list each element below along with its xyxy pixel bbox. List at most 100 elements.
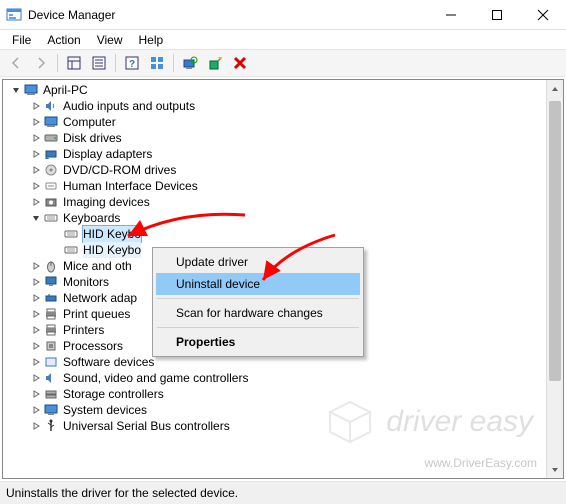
help-button[interactable]: ? xyxy=(120,52,144,74)
tree-root[interactable]: April-PC xyxy=(5,82,563,98)
tree-item-disk[interactable]: Disk drives xyxy=(5,130,563,146)
chev-blank xyxy=(51,245,61,255)
back-button[interactable] xyxy=(4,52,28,74)
scan-hardware-button[interactable] xyxy=(178,52,202,74)
tree-label: Imaging devices xyxy=(63,194,150,210)
chevron-right-icon[interactable] xyxy=(31,277,41,287)
chevron-right-icon[interactable] xyxy=(31,389,41,399)
tree-label: Display adapters xyxy=(63,146,152,162)
chevron-down-icon[interactable] xyxy=(31,213,41,223)
scroll-thumb[interactable] xyxy=(549,101,561,381)
tree-label: Keyboards xyxy=(63,210,120,226)
ctx-label: Update driver xyxy=(176,255,248,269)
chevron-right-icon[interactable] xyxy=(31,133,41,143)
software-icon xyxy=(43,354,59,370)
tree-label: HID Keybo xyxy=(83,226,141,242)
chevron-right-icon[interactable] xyxy=(31,309,41,319)
chevron-right-icon[interactable] xyxy=(31,101,41,111)
ctx-uninstall-device[interactable]: Uninstall device xyxy=(156,273,360,295)
chevron-right-icon[interactable] xyxy=(31,149,41,159)
network-icon xyxy=(43,290,59,306)
tree-label: Human Interface Devices xyxy=(63,178,198,194)
toolbar-separator xyxy=(173,54,174,72)
forward-button[interactable] xyxy=(29,52,53,74)
chevron-right-icon[interactable] xyxy=(31,357,41,367)
tree-label: Sound, video and game controllers xyxy=(63,370,248,386)
tree-item-hid[interactable]: Human Interface Devices xyxy=(5,178,563,194)
chevron-right-icon[interactable] xyxy=(31,325,41,335)
tree-label: Audio inputs and outputs xyxy=(63,98,195,114)
vertical-scrollbar[interactable] xyxy=(546,80,563,478)
chevron-down-icon[interactable] xyxy=(11,85,21,95)
titlebar: Device Manager xyxy=(0,0,566,30)
ctx-label: Uninstall device xyxy=(176,277,260,291)
system-icon xyxy=(43,402,59,418)
update-driver-button[interactable] xyxy=(203,52,227,74)
tree-label: HID Keybo xyxy=(83,242,141,258)
scroll-down-button[interactable] xyxy=(547,461,563,478)
tree-label: Monitors xyxy=(63,274,109,290)
menu-help[interactable]: Help xyxy=(131,32,172,48)
tree-item-hid-keyboard-1[interactable]: HID Keybo xyxy=(5,226,563,242)
tree-item-audio[interactable]: Audio inputs and outputs xyxy=(5,98,563,114)
computer-icon xyxy=(43,114,59,130)
tree-label: Printers xyxy=(63,322,104,338)
computer-icon xyxy=(23,82,39,98)
watermark-brand: driver easy xyxy=(386,405,533,439)
chevron-right-icon[interactable] xyxy=(31,373,41,383)
ctx-update-driver[interactable]: Update driver xyxy=(156,251,360,273)
ctx-label: Properties xyxy=(176,335,235,349)
chevron-right-icon[interactable] xyxy=(31,421,41,431)
tree-label: April-PC xyxy=(43,82,88,98)
window-title: Device Manager xyxy=(28,8,428,22)
tree-item-keyboards[interactable]: Keyboards xyxy=(5,210,563,226)
menu-view[interactable]: View xyxy=(89,32,131,48)
chevron-right-icon[interactable] xyxy=(31,405,41,415)
tree-item-computer[interactable]: Computer xyxy=(5,114,563,130)
menu-file[interactable]: File xyxy=(4,32,39,48)
ctx-properties[interactable]: Properties xyxy=(156,331,360,353)
chevron-right-icon[interactable] xyxy=(31,117,41,127)
tree-item-dvd[interactable]: DVD/CD-ROM drives xyxy=(5,162,563,178)
statusbar: Uninstalls the driver for the selected d… xyxy=(0,481,566,504)
menubar: File Action View Help xyxy=(0,30,566,49)
scroll-up-button[interactable] xyxy=(547,80,563,97)
tree-label: Processors xyxy=(63,338,123,354)
ctx-label: Scan for hardware changes xyxy=(176,306,323,320)
minimize-button[interactable] xyxy=(428,0,474,29)
tree-label: Print queues xyxy=(63,306,130,322)
ctx-separator xyxy=(157,298,359,299)
details-button[interactable] xyxy=(145,52,169,74)
tree-label: DVD/CD-ROM drives xyxy=(63,162,176,178)
tree-label: Disk drives xyxy=(63,130,122,146)
chevron-right-icon[interactable] xyxy=(31,293,41,303)
storage-icon xyxy=(43,386,59,402)
hid-icon xyxy=(43,178,59,194)
tree-item-imaging[interactable]: Imaging devices xyxy=(5,194,563,210)
tree-item-display[interactable]: Display adapters xyxy=(5,146,563,162)
display-icon xyxy=(43,146,59,162)
properties-button[interactable] xyxy=(87,52,111,74)
printer-icon xyxy=(43,322,59,338)
uninstall-device-button[interactable] xyxy=(228,52,252,74)
chevron-right-icon[interactable] xyxy=(31,181,41,191)
disk-icon xyxy=(43,130,59,146)
sound-icon xyxy=(43,370,59,386)
audio-icon xyxy=(43,98,59,114)
chev-blank xyxy=(51,229,61,239)
close-button[interactable] xyxy=(520,0,566,29)
chevron-right-icon[interactable] xyxy=(31,197,41,207)
keyboard-icon xyxy=(63,242,79,258)
menu-action[interactable]: Action xyxy=(39,32,88,48)
usb-icon xyxy=(43,418,59,434)
tree-item-sound[interactable]: Sound, video and game controllers xyxy=(5,370,563,386)
scroll-track[interactable] xyxy=(547,97,563,461)
chevron-right-icon[interactable] xyxy=(31,341,41,351)
mouse-icon xyxy=(43,258,59,274)
show-hide-tree-button[interactable] xyxy=(62,52,86,74)
maximize-button[interactable] xyxy=(474,0,520,29)
chevron-right-icon[interactable] xyxy=(31,261,41,271)
chevron-right-icon[interactable] xyxy=(31,165,41,175)
context-menu: Update driver Uninstall device Scan for … xyxy=(152,247,364,357)
ctx-scan-hardware[interactable]: Scan for hardware changes xyxy=(156,302,360,324)
